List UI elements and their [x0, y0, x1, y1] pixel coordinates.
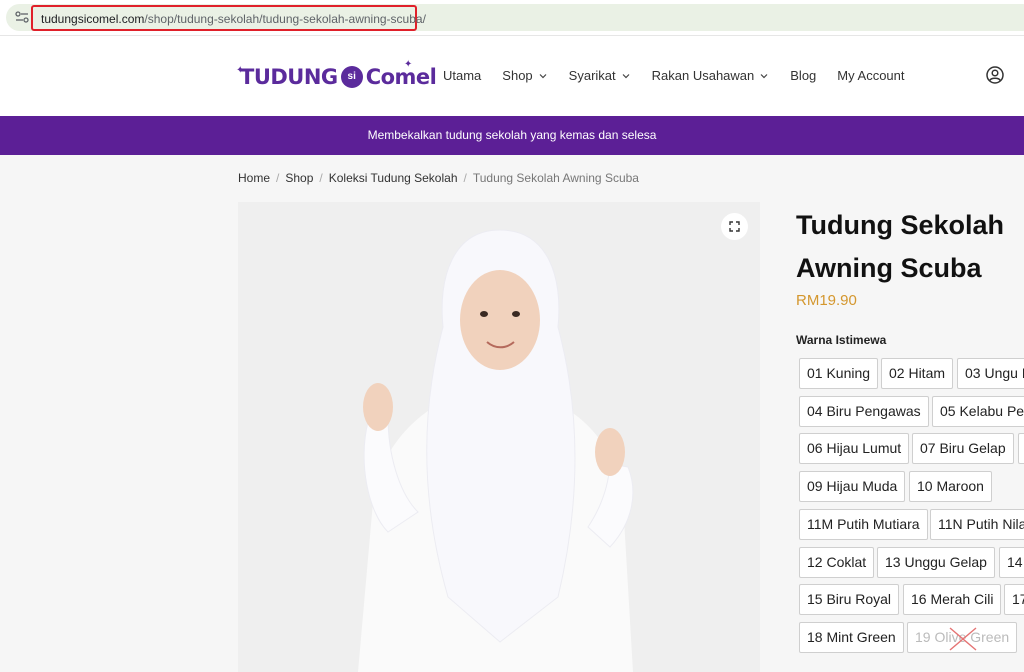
site-header: ✦ TUDUNG si Comel ✦ Utama Shop Syarikat …: [0, 37, 1024, 116]
logo-text-comel: Comel: [365, 65, 437, 89]
nav-blog[interactable]: Blog: [790, 68, 816, 83]
swatch-option[interactable]: 09 Hijau Muda: [799, 471, 906, 502]
sparkle-icon: ✦: [236, 65, 245, 76]
expand-icon: [729, 221, 740, 232]
variant-label: Warna Istimewa: [796, 333, 887, 347]
swatch-option[interactable]: 11N Putih Nila: [930, 509, 1024, 540]
cross-icon: [949, 627, 977, 651]
zoom-button[interactable]: [721, 213, 748, 240]
swatch-option[interactable]: 14: [999, 547, 1024, 578]
url-path: /shop/tudung-sekolah/tudung-sekolah-awni…: [144, 12, 426, 26]
promo-banner: Membekalkan tudung sekolah yang kemas da…: [0, 116, 1024, 155]
nav-utama[interactable]: Utama: [443, 68, 481, 83]
breadcrumb-category[interactable]: Koleksi Tudung Sekolah: [329, 171, 458, 185]
nav-rakan-usahawan[interactable]: Rakan Usahawan: [652, 68, 770, 83]
logo-text-tudung: TUDUNG: [240, 65, 338, 89]
nav-my-account[interactable]: My Account: [837, 68, 904, 83]
swatch-option[interactable]: 13 Unggu Gelap: [877, 547, 995, 578]
product-image[interactable]: [238, 202, 760, 672]
chevron-down-icon: [760, 73, 768, 78]
main-nav: Utama Shop Syarikat Rakan Usahawan Blog …: [443, 68, 926, 83]
swatch-option[interactable]: 03 Ungu M: [957, 358, 1024, 389]
swatch-option[interactable]: 01 Kuning: [799, 358, 879, 389]
breadcrumb-current: Tudung Sekolah Awning Scuba: [472, 171, 639, 185]
swatch-option-out-of-stock[interactable]: 19 Olive Green: [907, 622, 1018, 653]
breadcrumb: Home / Shop / Koleksi Tudung Sekolah / Tudung …: [238, 171, 639, 185]
chevron-down-icon: [539, 73, 547, 78]
sparkle-icon: ✦: [404, 59, 413, 70]
swatch-option[interactable]: 18 Mint Green: [799, 622, 904, 653]
breadcrumb-home[interactable]: Home: [238, 171, 270, 185]
swatch-option[interactable]: 11M Putih Mutiara: [799, 509, 928, 540]
swatch-option[interactable]: 16 Merah Cili: [903, 584, 1002, 615]
swatch-option[interactable]: 10 Maroon: [909, 471, 992, 502]
nav-syarikat[interactable]: Syarikat: [569, 68, 631, 83]
swatch-option[interactable]: 07 Biru Gelap: [912, 433, 1014, 464]
product-price: RM19.90: [796, 292, 857, 309]
chevron-down-icon: [622, 73, 630, 78]
browser-address-bar: tudungsicomel.com/shop/tudung-sekolah/tu…: [0, 0, 1024, 36]
swatch-option[interactable]: 02 Hitam: [881, 358, 954, 389]
product-title: Tudung Sekolah Awning Scuba: [796, 210, 1004, 283]
site-logo[interactable]: ✦ TUDUNG si Comel ✦: [236, 59, 437, 95]
url-domain: tudungsicomel.com: [41, 12, 145, 26]
user-circle-icon[interactable]: [986, 66, 1004, 84]
logo-text-si: si: [340, 66, 363, 88]
swatch-option[interactable]: 06 Hijau Lumut: [799, 433, 910, 464]
tune-icon[interactable]: [15, 11, 29, 23]
swatch-option[interactable]: [1018, 433, 1024, 464]
url-field[interactable]: tudungsicomel.com/shop/tudung-sekolah/tu…: [31, 5, 426, 31]
nav-shop[interactable]: Shop: [502, 68, 547, 83]
swatch-option[interactable]: 04 Biru Pengawas: [799, 396, 929, 427]
swatch-option[interactable]: 12 Coklat: [799, 547, 875, 578]
breadcrumb-shop[interactable]: Shop: [285, 171, 313, 185]
swatch-option[interactable]: 05 Kelabu Pe: [932, 396, 1024, 427]
swatch-option[interactable]: 15 Biru Royal: [799, 584, 900, 615]
swatch-option[interactable]: 17: [1004, 584, 1024, 615]
product-photo: [358, 229, 634, 672]
